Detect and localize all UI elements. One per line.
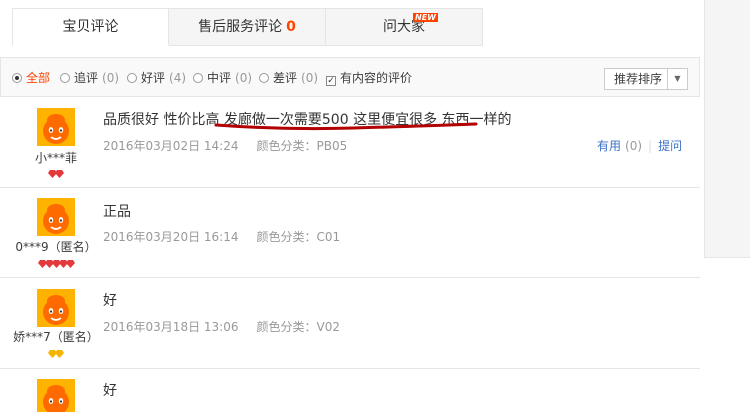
filter-count: (0) xyxy=(102,71,120,85)
side-panel xyxy=(704,0,750,258)
avatar xyxy=(37,379,75,412)
filter-with-content[interactable]: ✓ 有内容的评价 xyxy=(326,70,412,86)
review-meta: 2016年03月02日 14:24 颜色分类：PB05 xyxy=(103,137,347,154)
gem-icon xyxy=(65,260,75,268)
filter-label: 中评 xyxy=(207,71,232,85)
username: 0***9（匿名） xyxy=(15,240,97,254)
useful-count: (0) xyxy=(625,139,643,153)
filter-label: 好评 xyxy=(141,71,166,85)
review-date: 2016年03月02日 14:24 xyxy=(103,139,239,153)
avatar xyxy=(37,108,75,146)
review-meta: 2016年03月20日 16:14 颜色分类：C01 xyxy=(103,228,340,245)
tab-count: 0 xyxy=(286,19,296,35)
rank-gems xyxy=(0,257,112,268)
radio-icon xyxy=(127,73,137,83)
gem-icon xyxy=(55,350,64,358)
review-content: 好 xyxy=(103,383,117,399)
review-item: 0***9（匿名） 正品 2016年03月20日 16:14 颜色分类：C01 xyxy=(0,188,700,278)
avatar xyxy=(37,198,75,236)
review-meta: 2016年03月18日 13:06 颜色分类：V02 xyxy=(103,318,340,335)
radio-icon xyxy=(12,73,22,83)
filter-count: (4) xyxy=(169,71,187,85)
gem-icon xyxy=(55,170,64,178)
sort-dropdown[interactable]: 推荐排序 ▼ xyxy=(604,68,688,90)
red-underline-annotation xyxy=(214,122,478,131)
divider: | xyxy=(648,139,653,153)
radio-icon xyxy=(193,73,203,83)
filter-count: (0) xyxy=(235,71,253,85)
filter-append[interactable]: 追评 (0) xyxy=(60,70,119,86)
tab-ask-everyone[interactable]: 问大家 NEW xyxy=(326,8,483,46)
rank-gems xyxy=(0,347,112,358)
useful-link[interactable]: 有用 xyxy=(597,139,621,153)
radio-icon xyxy=(259,73,269,83)
filter-good[interactable]: 好评 (4) xyxy=(127,70,186,86)
filter-bar: 全部 追评 (0) 好评 (4) 中评 (0) 差评 (0) ✓ 有内容的评价 推荐排序 … xyxy=(0,57,700,97)
rank-gems xyxy=(0,167,112,178)
filter-neutral[interactable]: 中评 (0) xyxy=(193,70,252,86)
review-item: 好 xyxy=(0,369,700,412)
radio-icon xyxy=(60,73,70,83)
review-variant: 颜色分类：C01 xyxy=(256,230,341,244)
filter-bad[interactable]: 差评 (0) xyxy=(259,70,318,86)
review-panel: 宝贝评论 售后服务评论 0 问大家 NEW 全部 追评 (0) 好评 (4) 中评 (0… xyxy=(0,0,700,412)
checkbox-checked-icon: ✓ xyxy=(326,76,336,86)
chevron-down-icon: ▼ xyxy=(667,69,687,89)
tab-after-sale-reviews[interactable]: 售后服务评论 0 xyxy=(169,8,326,46)
filter-label: 差评 xyxy=(273,71,298,85)
review-content: 正品 xyxy=(103,204,131,220)
filter-label: 有内容的评价 xyxy=(340,71,413,85)
review-item: 小***菲 品质很好 性价比高 发廊做一次需要500 这里便宜很多 东西一样的 … xyxy=(0,98,700,188)
filter-all[interactable]: 全部 xyxy=(12,70,50,86)
filter-count: (0) xyxy=(301,71,319,85)
username: 小***菲 xyxy=(34,151,77,165)
review-content: 好 xyxy=(103,293,117,309)
review-date: 2016年03月20日 16:14 xyxy=(103,230,239,244)
avatar xyxy=(37,289,75,327)
review-tabs: 宝贝评论 售后服务评论 0 问大家 NEW xyxy=(0,8,700,46)
sort-label: 推荐排序 xyxy=(614,72,663,86)
tab-item-reviews[interactable]: 宝贝评论 xyxy=(12,8,169,46)
ask-link[interactable]: 提问 xyxy=(658,139,682,153)
review-variant: 颜色分类：PB05 xyxy=(256,139,348,153)
filter-label: 全部 xyxy=(26,71,51,85)
filter-label: 追评 xyxy=(74,71,99,85)
review-variant: 颜色分类：V02 xyxy=(256,320,340,334)
review-actions: 有用 (0) | 提问 xyxy=(597,137,682,154)
new-badge: NEW xyxy=(413,13,438,22)
review-date: 2016年03月18日 13:06 xyxy=(103,320,239,334)
tab-label: 宝贝评论 xyxy=(62,19,119,35)
username: 娇***7（匿名） xyxy=(13,330,99,344)
review-item: 娇***7（匿名） 好 2016年03月18日 13:06 颜色分类：V02 xyxy=(0,278,700,369)
tab-label: 售后服务评论 xyxy=(198,19,283,35)
